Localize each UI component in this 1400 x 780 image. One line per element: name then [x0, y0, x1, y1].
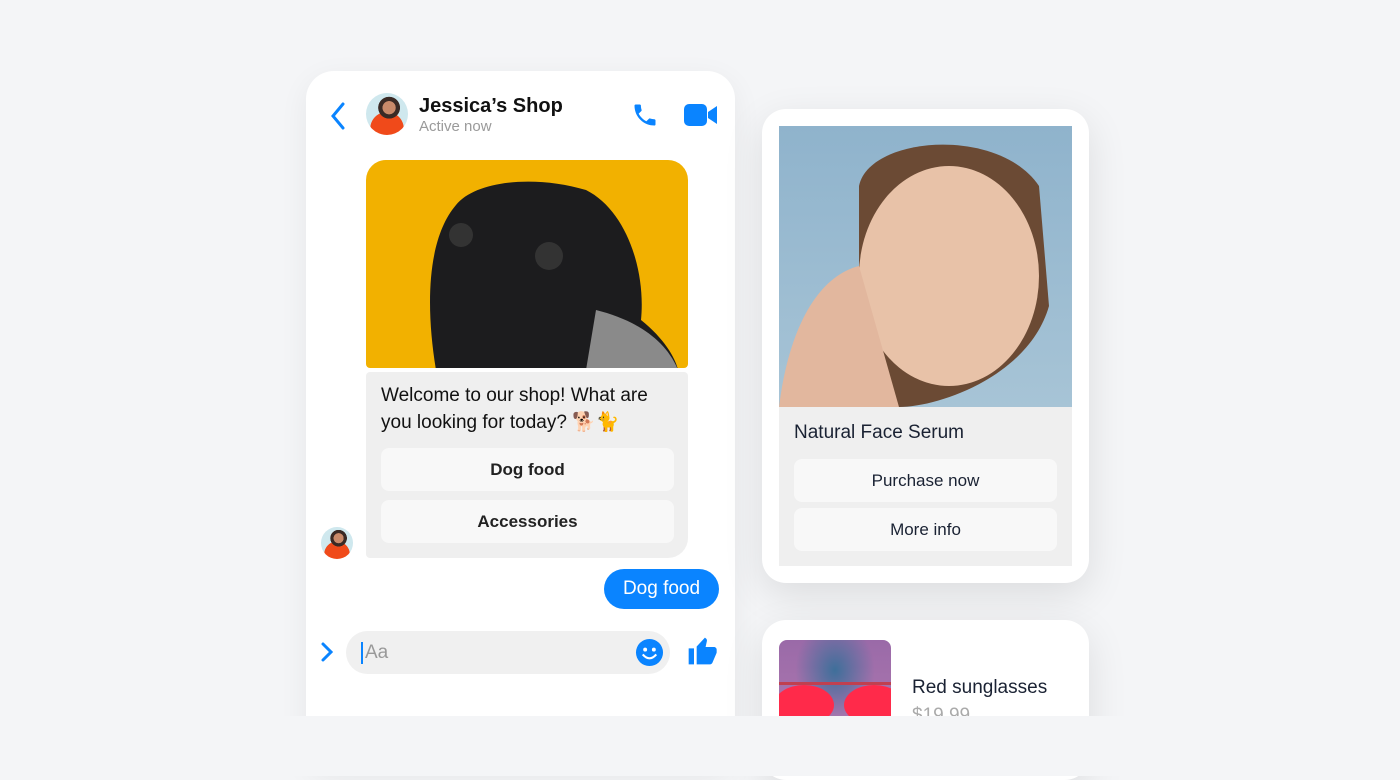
messenger-chat-window: Jessica’s Shop Active now Welcome to our…	[306, 71, 735, 771]
pug-image	[366, 160, 688, 368]
quick-reply-dog-food[interactable]: Dog food	[381, 448, 674, 491]
face-serum-image	[779, 126, 1072, 407]
active-status: Active now	[419, 118, 492, 135]
chat-title: Jessica’s Shop	[419, 95, 563, 117]
phone-icon[interactable]	[631, 101, 659, 129]
sent-message-bubble: Dog food	[604, 569, 719, 609]
product-title: Natural Face Serum	[794, 422, 965, 443]
product-card-body: Natural Face Serum Purchase now More inf…	[779, 407, 1072, 566]
bottom-fade	[0, 716, 1400, 776]
bot-message-bubble: Welcome to our shop! What are you lookin…	[366, 372, 688, 558]
video-call-icon[interactable]	[684, 103, 718, 127]
welcome-message: Welcome to our shop! What are you lookin…	[381, 385, 648, 433]
input-placeholder: Aa	[361, 642, 388, 664]
more-info-button[interactable]: More info	[794, 508, 1057, 551]
purchase-now-button[interactable]: Purchase now	[794, 459, 1057, 502]
quick-reply-accessories[interactable]: Accessories	[381, 500, 674, 543]
avatar[interactable]	[366, 93, 408, 135]
message-input[interactable]: Aa	[346, 631, 670, 674]
product-card-face-serum: Natural Face Serum Purchase now More inf…	[762, 109, 1089, 583]
product-title: Red sunglasses	[912, 677, 1048, 698]
emoji-icon[interactable]	[635, 638, 664, 667]
back-arrow-icon[interactable]	[328, 101, 348, 131]
expand-chevron-icon[interactable]	[320, 641, 334, 663]
thumbs-up-icon[interactable]	[686, 635, 718, 667]
sender-avatar	[321, 527, 353, 559]
